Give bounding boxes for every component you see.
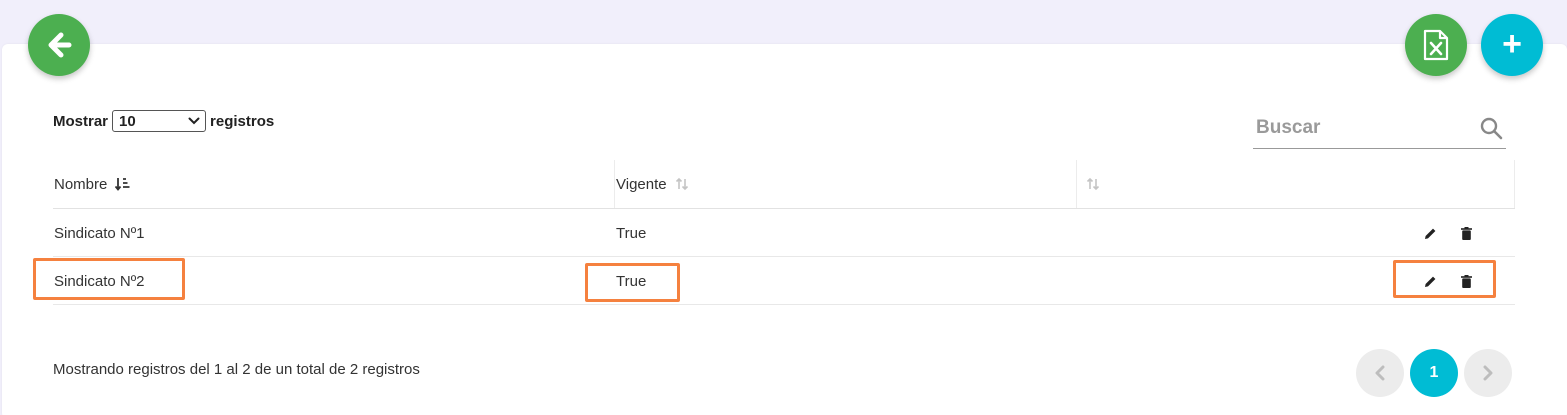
pencil-icon <box>1424 228 1435 239</box>
sort-ascending-icon <box>115 178 130 191</box>
export-excel-button[interactable] <box>1405 14 1467 76</box>
delete-button[interactable] <box>1459 226 1473 240</box>
pagination-next-button[interactable] <box>1464 349 1512 397</box>
chevron-left-icon <box>1375 365 1385 381</box>
back-button[interactable] <box>28 14 90 76</box>
search-placeholder: Buscar <box>1256 117 1321 138</box>
cell-vigente: True <box>616 224 647 242</box>
data-table: Nombre Vigente Sindicato Nº1 True Sindic… <box>53 160 1515 305</box>
highlight-box-actions <box>1393 260 1496 298</box>
length-suffix-label: registros <box>210 112 275 130</box>
table-row: Sindicato Nº2 True <box>53 257 1515 305</box>
length-prefix-label: Mostrar <box>53 112 109 130</box>
cell-nombre: Sindicato Nº1 <box>54 224 145 242</box>
plus-icon: + <box>1502 24 1522 63</box>
highlight-box-vigente <box>585 263 680 302</box>
row-actions <box>1423 209 1473 257</box>
table-row: Sindicato Nº1 True <box>53 209 1515 257</box>
column-separator <box>614 160 615 208</box>
table-info-text: Mostrando registros del 1 al 2 de un tot… <box>53 361 420 378</box>
sort-icon <box>675 177 688 191</box>
page-length-value: 10 <box>119 112 136 130</box>
search-icon <box>1480 117 1503 140</box>
column-header-actions[interactable] <box>1086 160 1100 208</box>
edit-button[interactable] <box>1423 226 1437 240</box>
column-header-vigente[interactable]: Vigente <box>616 160 689 208</box>
search-input[interactable]: Buscar <box>1253 114 1506 149</box>
sort-icon <box>1086 177 1100 191</box>
trash-icon <box>1460 226 1472 240</box>
highlight-box-nombre <box>33 258 185 300</box>
arrow-left-icon <box>48 32 72 58</box>
page-length-control: Mostrar 10 registros <box>53 110 274 132</box>
column-separator <box>1514 160 1515 208</box>
excel-file-icon <box>1423 29 1449 61</box>
pagination-previous-button[interactable] <box>1356 349 1404 397</box>
page-length-select[interactable]: 10 <box>112 110 207 132</box>
table-header: Nombre Vigente <box>53 160 1515 209</box>
column-header-nombre[interactable]: Nombre <box>54 160 131 208</box>
pagination-page-button[interactable]: 1 <box>1410 349 1458 397</box>
chevron-down-icon <box>188 117 200 125</box>
add-button[interactable]: + <box>1481 14 1543 76</box>
column-separator <box>1076 160 1077 208</box>
chevron-right-icon <box>1483 365 1493 381</box>
